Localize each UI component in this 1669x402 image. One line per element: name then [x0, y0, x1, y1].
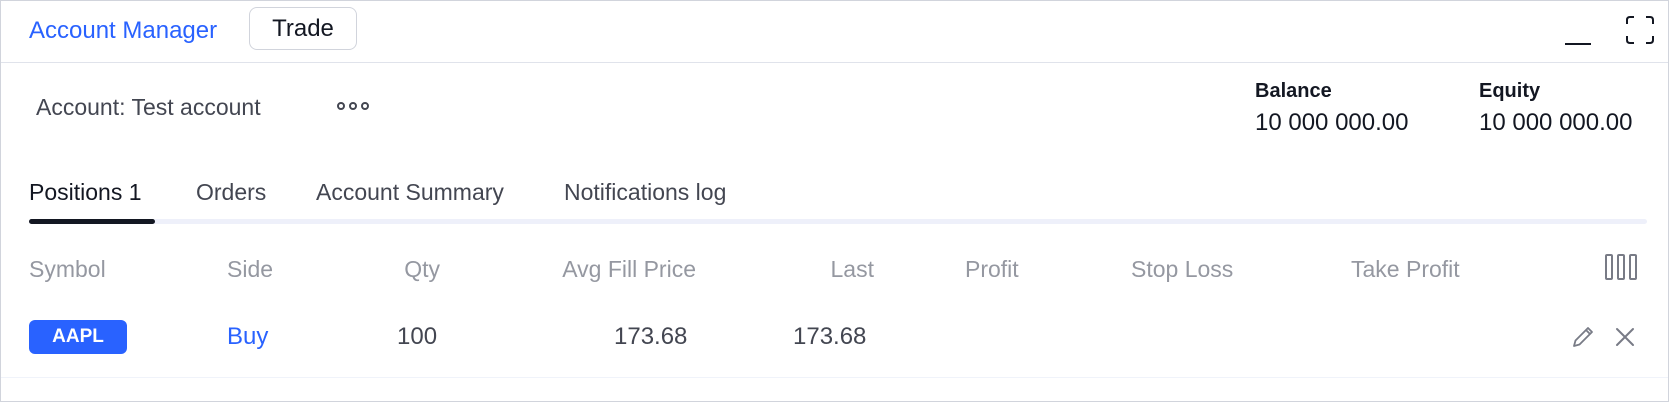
minimize-icon[interactable] [1565, 23, 1591, 47]
tabs-track [29, 219, 1647, 224]
tab-positions[interactable]: Positions 1 [29, 177, 142, 207]
balance-stat: Balance 10 000 000.00 [1255, 79, 1408, 139]
maximize-icon[interactable] [1625, 15, 1655, 45]
account-selector[interactable]: Account: Test account [36, 93, 261, 121]
equity-value: 10 000 000.00 [1479, 109, 1633, 136]
column-header-avg-fill-price[interactable]: Avg Fill Price [461, 254, 696, 284]
row-divider [1, 377, 1668, 378]
column-header-last[interactable]: Last [721, 254, 874, 284]
side-value: Buy [227, 323, 269, 350]
tab-notifications-log[interactable]: Notifications log [564, 177, 726, 207]
column-header-take-profit[interactable]: Take Profit [1351, 254, 1460, 284]
column-settings-icon[interactable] [1605, 254, 1637, 280]
pencil-icon[interactable] [1569, 323, 1597, 351]
more-horizontal-icon[interactable] [337, 96, 369, 116]
column-header-stop-loss[interactable]: Stop Loss [1131, 254, 1233, 284]
balance-value: 10 000 000.00 [1255, 109, 1409, 136]
column-header-side[interactable]: Side [227, 254, 273, 284]
active-tab-indicator [29, 219, 155, 224]
balance-label: Balance [1255, 80, 1332, 102]
account-manager-tab[interactable]: Account Manager [29, 15, 217, 47]
close-icon[interactable] [1613, 325, 1637, 349]
qty-value: 100 [397, 323, 438, 350]
tab-account-summary[interactable]: Account Summary [316, 177, 504, 207]
tab-orders[interactable]: Orders [196, 177, 266, 207]
trade-button[interactable]: Trade [249, 7, 357, 50]
symbol-badge[interactable]: AAPL [29, 320, 127, 354]
last-value: 173.68 [793, 323, 867, 350]
column-header-symbol[interactable]: Symbol [29, 254, 106, 284]
column-header-profit[interactable]: Profit [965, 254, 1019, 284]
account-manager-panel: Account Manager Trade Account: Test acco… [0, 0, 1669, 402]
panel-header: Account Manager Trade [1, 1, 1668, 63]
equity-stat: Equity 10 000 000.00 [1479, 79, 1632, 139]
avg-fill-price-value: 173.68 [614, 323, 688, 350]
column-header-qty[interactable]: Qty [331, 254, 440, 284]
equity-label: Equity [1479, 80, 1541, 102]
